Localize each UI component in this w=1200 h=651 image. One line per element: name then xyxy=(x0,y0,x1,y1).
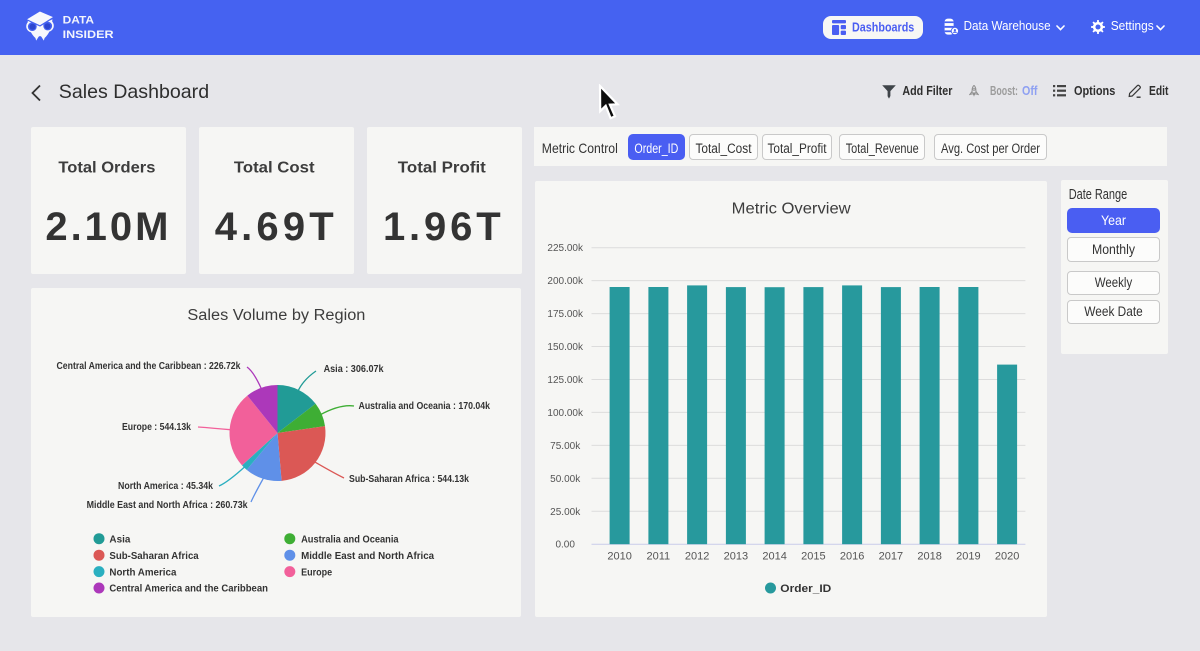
svg-text:0.00: 0.00 xyxy=(555,540,575,551)
svg-text:25.00k: 25.00k xyxy=(550,507,581,518)
svg-text:Total Profit: Total Profit xyxy=(398,160,486,177)
svg-text:Total Orders: Total Orders xyxy=(58,160,155,177)
svg-text:Sales Dashboard: Sales Dashboard xyxy=(59,81,209,103)
svg-text:Sales Volume by Region: Sales Volume by Region xyxy=(187,307,365,324)
svg-text:Dashboards: Dashboards xyxy=(852,19,914,34)
svg-text:2015: 2015 xyxy=(801,551,825,563)
svg-text:75.00k: 75.00k xyxy=(550,441,581,452)
svg-text:Weekly: Weekly xyxy=(1095,274,1132,290)
svg-text:2012: 2012 xyxy=(685,551,709,563)
svg-text:2019: 2019 xyxy=(956,551,980,563)
svg-text:2017: 2017 xyxy=(879,551,903,563)
svg-text:Asia : 306.07k: Asia : 306.07k xyxy=(324,363,384,375)
svg-text:Sub-Saharan Africa: Sub-Saharan Africa xyxy=(109,550,198,562)
svg-text:Monthly: Monthly xyxy=(1092,241,1135,257)
svg-text:200.00k: 200.00k xyxy=(547,276,584,287)
svg-text:Asia: Asia xyxy=(109,533,130,545)
svg-text:Total Cost: Total Cost xyxy=(234,160,315,177)
svg-text:1.96T: 1.96T xyxy=(383,205,501,249)
svg-text:50.00k: 50.00k xyxy=(550,474,581,485)
svg-text:Settings: Settings xyxy=(1111,18,1154,33)
svg-text:Metric Overview: Metric Overview xyxy=(732,200,852,217)
svg-text:Australia and Oceania: Australia and Oceania xyxy=(301,533,399,545)
svg-text:100.00k: 100.00k xyxy=(547,408,584,419)
svg-text:Add Filter: Add Filter xyxy=(902,84,952,98)
svg-text:Middle East and North Africa: Middle East and North Africa xyxy=(301,550,434,562)
svg-text:Options: Options xyxy=(1074,84,1115,98)
svg-text:2014: 2014 xyxy=(762,551,786,563)
svg-text:2.10M: 2.10M xyxy=(45,205,168,249)
svg-text:175.00k: 175.00k xyxy=(547,309,584,320)
svg-text:North America: North America xyxy=(109,566,176,578)
svg-text:Year: Year xyxy=(1101,212,1126,228)
svg-text:Order_ID: Order_ID xyxy=(634,141,678,156)
svg-text:Avg. Cost per Order: Avg. Cost per Order xyxy=(941,141,1040,156)
svg-text:Australia and Oceania : 170.04: Australia and Oceania : 170.04k xyxy=(359,400,491,412)
svg-text:Total_Profit: Total_Profit xyxy=(768,141,827,156)
svg-text:Central America and the Caribb: Central America and the Caribbean xyxy=(109,583,268,595)
svg-text:Week Date: Week Date xyxy=(1084,303,1143,319)
svg-text:DATA: DATA xyxy=(63,14,94,26)
svg-text:Edit: Edit xyxy=(1149,84,1169,98)
svg-text:Metric Control: Metric Control xyxy=(542,140,618,156)
svg-text:2016: 2016 xyxy=(840,551,864,563)
svg-text:Middle East and North Africa :: Middle East and North Africa : 260.73k xyxy=(87,499,248,511)
svg-text:4.69T: 4.69T xyxy=(215,205,334,249)
svg-text:2011: 2011 xyxy=(647,551,671,563)
svg-text:125.00k: 125.00k xyxy=(547,375,584,386)
svg-text:2018: 2018 xyxy=(917,551,941,563)
svg-text:Total_Cost: Total_Cost xyxy=(696,141,752,156)
svg-text:Europe: Europe xyxy=(301,566,332,578)
svg-text:North America : 45.34k: North America : 45.34k xyxy=(118,480,213,492)
svg-text:2020: 2020 xyxy=(995,551,1019,563)
svg-text:Sub-Saharan Africa : 544.13k: Sub-Saharan Africa : 544.13k xyxy=(349,473,469,485)
svg-text:2013: 2013 xyxy=(724,551,748,563)
svg-text:Boost:: Boost: xyxy=(990,84,1018,98)
svg-text:INSIDER: INSIDER xyxy=(63,29,114,41)
svg-text:2010: 2010 xyxy=(607,551,631,563)
svg-text:Central America and the Caribb: Central America and the Caribbean : 226.… xyxy=(57,360,241,372)
svg-text:Data Warehouse: Data Warehouse xyxy=(964,18,1051,33)
svg-text:Date Range: Date Range xyxy=(1069,187,1128,203)
svg-text:225.00k: 225.00k xyxy=(547,243,584,254)
svg-text:Europe : 544.13k: Europe : 544.13k xyxy=(122,421,191,433)
svg-text:Off: Off xyxy=(1022,84,1038,98)
svg-text:150.00k: 150.00k xyxy=(547,342,584,353)
svg-text:Total_Revenue: Total_Revenue xyxy=(846,141,919,156)
svg-text:Order_ID: Order_ID xyxy=(780,583,831,595)
